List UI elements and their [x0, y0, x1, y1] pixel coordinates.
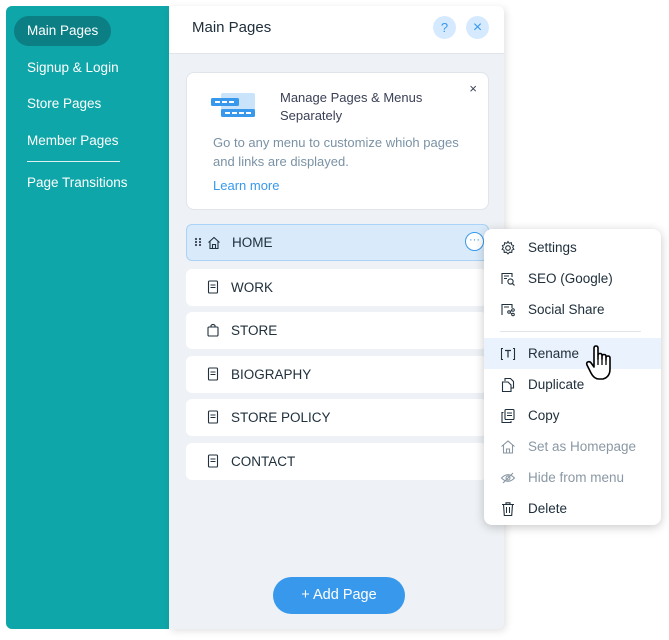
panel-title: Main Pages [192, 19, 272, 36]
page-item-biography[interactable]: BIOGRAPHY [186, 356, 487, 393]
learn-more-link[interactable]: Learn more [213, 178, 279, 193]
notice-title: Manage Pages & Menus Separately [280, 90, 423, 123]
menu-divider [500, 331, 641, 332]
page-icon [206, 454, 220, 468]
menu-item-social-share[interactable]: Social Share [484, 294, 661, 325]
home-icon [207, 236, 221, 250]
home-icon [500, 439, 516, 455]
page-icon [206, 367, 220, 381]
trash-icon [500, 501, 516, 517]
menu-item-label: Rename [528, 346, 580, 361]
menu-item-label: Social Share [528, 302, 605, 317]
sidebar-item-signup-login[interactable]: Signup & Login [14, 53, 132, 83]
sidebar-item-member-pages[interactable]: Member Pages [14, 126, 132, 156]
page-label: WORK [231, 280, 273, 295]
menu-item-label: Duplicate [528, 377, 585, 392]
panel-header: Main Pages ? × [169, 6, 504, 54]
sidebar-item-store-pages[interactable]: Store Pages [14, 89, 114, 119]
page-context-menu: Settings SEO (Google) Social Share Renam… [484, 229, 661, 525]
page-label: STORE [231, 323, 278, 338]
menu-item-label: SEO (Google) [528, 271, 613, 286]
pages-panel: Main Pages ? × Manage Pages & Menus Sepa… [169, 6, 504, 629]
menu-item-hide-from-menu[interactable]: Hide from menu [484, 462, 661, 493]
sidebar: Main Pages Signup & Login Store Pages Me… [6, 6, 169, 629]
page-label: STORE POLICY [231, 410, 331, 425]
page-item-home[interactable]: HOME ··· [186, 224, 489, 261]
drag-handle-icon[interactable] [194, 237, 202, 247]
menu-item-label: Delete [528, 501, 568, 516]
notice-body: Go to any menu to customize whioh pages … [213, 135, 459, 169]
menu-item-delete[interactable]: Delete [484, 493, 661, 524]
duplicate-icon [500, 377, 516, 393]
close-panel-button[interactable]: × [466, 16, 489, 39]
sidebar-item-page-transitions[interactable]: Page Transitions [14, 168, 141, 198]
help-button[interactable]: ? [433, 16, 456, 39]
page-item-store-policy[interactable]: STORE POLICY [186, 399, 487, 436]
page-label: BIOGRAPHY [231, 367, 312, 382]
page-item-contact[interactable]: CONTACT [186, 443, 487, 480]
page-label: CONTACT [231, 454, 296, 469]
more-actions-button[interactable]: ··· [465, 232, 484, 251]
copy-icon [500, 408, 516, 424]
rename-icon [500, 346, 516, 362]
menu-item-duplicate[interactable]: Duplicate [484, 369, 661, 400]
add-page-button[interactable]: + Add Page [273, 577, 405, 614]
page-icon [206, 280, 220, 294]
menu-item-copy[interactable]: Copy [484, 400, 661, 431]
menu-item-label: Settings [528, 240, 577, 255]
menu-item-seo[interactable]: SEO (Google) [484, 263, 661, 294]
menu-item-label: Hide from menu [528, 470, 625, 485]
notice-close-button[interactable]: × [469, 81, 477, 96]
social-share-icon [500, 302, 516, 318]
page-icon [206, 410, 220, 424]
menu-item-settings[interactable]: Settings [484, 232, 661, 263]
hand-pointer-cursor-icon [585, 345, 617, 383]
sidebar-item-main-pages[interactable]: Main Pages [14, 16, 112, 46]
shopping-bag-icon [206, 323, 220, 337]
menu-item-label: Copy [528, 408, 560, 423]
eye-hidden-icon [500, 470, 516, 486]
page-item-store[interactable]: STORE [186, 312, 487, 349]
seo-icon [500, 271, 516, 287]
page-label: HOME [232, 235, 273, 250]
menu-item-label: Set as Homepage [528, 439, 637, 454]
menu-illustration-icon [211, 91, 261, 123]
sidebar-divider [27, 161, 120, 162]
manage-menus-notice: Manage Pages & Menus Separately × Go to … [186, 72, 489, 210]
gear-icon [500, 240, 516, 256]
page-item-work[interactable]: WORK [186, 269, 487, 306]
menu-item-rename[interactable]: Rename [484, 338, 661, 369]
menu-item-set-as-homepage[interactable]: Set as Homepage [484, 431, 661, 462]
